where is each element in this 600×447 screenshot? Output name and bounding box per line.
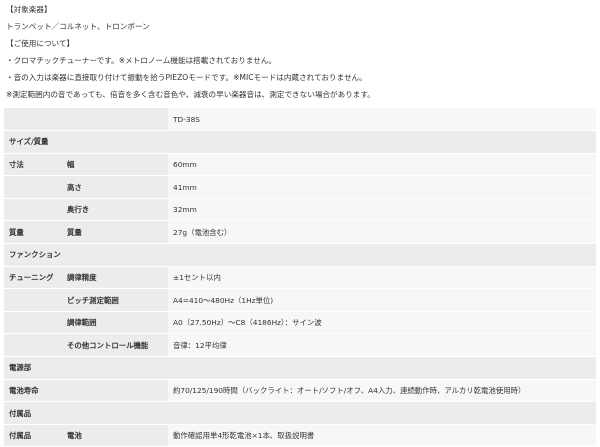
spec-table: TD-38S サイズ/質量 寸法 幅 60mm 高さ 41mm 奥行き 32mm… [4,108,596,447]
other-control-value: 音律：12平均律 [168,333,596,358]
table-row: 付属品 [4,401,596,425]
tuning-range-value: A0（27.50Hz）〜C8（4186Hz）：サイン波 [168,311,596,335]
usage-heading: 【ご使用について】 [6,39,75,48]
model-name: TD-38S [168,108,596,132]
section-size: サイズ/質量 [4,130,596,154]
table-row: チューニング 調律精度 ±1セント以内 [4,266,596,290]
table-row: 電源部 [4,356,596,380]
table-row: 寸法 幅 60mm [4,153,596,177]
table-row: その他コントロール機能 音律：12平均律 [4,333,596,358]
table-row: 質量 質量 27g（電池含む） [4,220,596,245]
tuning-label: チューニング [4,266,62,290]
accuracy-value: ±1セント以内 [168,266,596,290]
section-power: 電源部 [4,356,596,380]
battery-life-label: 電池寿命 [4,379,62,403]
other-control-label: その他コントロール機能 [62,333,168,358]
target-instruments-heading: 【対象楽器】 [6,5,52,14]
section-accessory: 付属品 [4,401,596,425]
usage-note-3: ※測定範囲内の音であっても、倍音を多く含む音色や、減衰の早い楽器音は、測定できな… [6,90,375,99]
table-row: ファンクション [4,243,596,267]
target-instruments-text: トランペット／コルネット、トロンボーン [6,22,150,31]
mass-sub-label: 質量 [62,220,168,245]
table-row: TD-38S [4,108,596,132]
table-row: ピッチ測定範囲 A4=410〜480Hz（1Hz単位) [4,288,596,312]
tuning-range-label: 調律範囲 [62,311,168,335]
height-label: 高さ [62,175,168,199]
depth-label: 奥行き [62,198,168,222]
pitch-range-label: ピッチ測定範囲 [62,288,168,312]
depth-value: 32mm [168,198,596,222]
mass-label: 質量 [4,220,62,245]
table-row: 奥行き 32mm [4,198,596,222]
table-row: 電池寿命 約70/125/190時間（バックライト：オート/ソフト/オフ、A4入… [4,379,596,403]
accessory-label: 付属品 [4,424,62,447]
dimension-label: 寸法 [4,153,62,177]
width-label: 幅 [62,153,168,177]
pitch-range-value: A4=410〜480Hz（1Hz単位) [168,288,596,312]
section-function: ファンクション [4,243,596,267]
mass-value: 27g（電池含む） [168,220,596,245]
table-row: 高さ 41mm [4,175,596,199]
accessory-value: 動作確認用単4形乾電池×1本、取扱説明書 [168,424,596,447]
usage-note-1: ・クロマチックチューナーです。※メトロノーム機能は搭載されておりません。 [6,56,277,65]
width-value: 60mm [168,153,596,177]
accuracy-label: 調律精度 [62,266,168,290]
product-notes: 【対象楽器】 トランペット／コルネット、トロンボーン 【ご使用について】 ・クロ… [0,0,600,106]
table-row: サイズ/質量 [4,130,596,154]
accessory-sub-label: 電池 [62,424,168,447]
usage-note-2: ・音の入力は楽器に直接取り付けて振動を拾うPIEZOモードです。※MICモードは… [6,73,367,82]
table-row: 付属品 電池 動作確認用単4形乾電池×1本、取扱説明書 [4,424,596,447]
height-value: 41mm [168,175,596,199]
table-row: 調律範囲 A0（27.50Hz）〜C8（4186Hz）：サイン波 [4,311,596,335]
battery-life-value: 約70/125/190時間（バックライト：オート/ソフト/オフ、A4入力、連続動… [168,379,596,403]
